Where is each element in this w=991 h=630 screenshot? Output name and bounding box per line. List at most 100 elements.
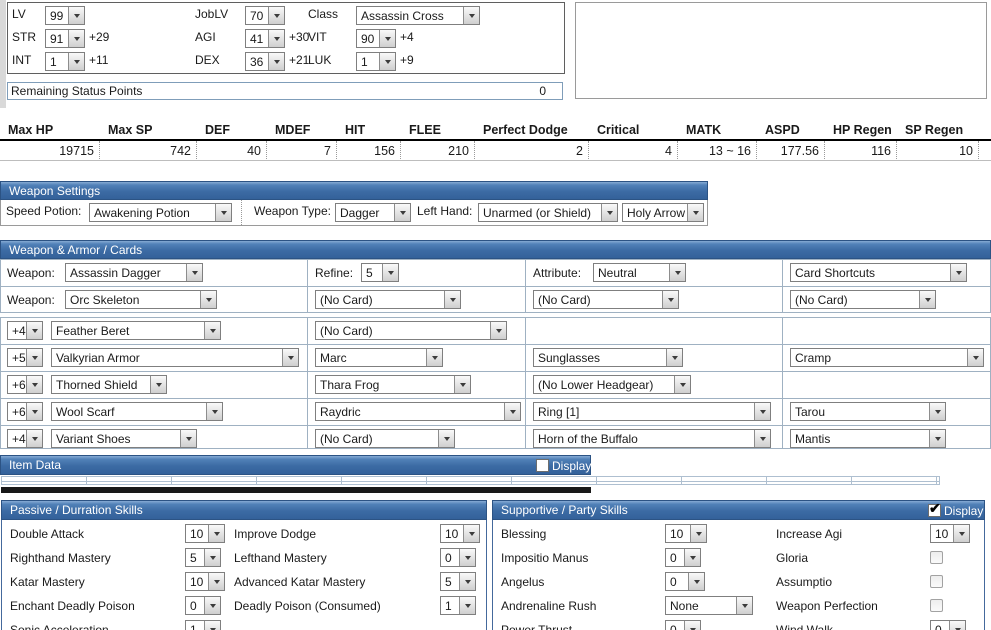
dropdown-arrow-icon: [26, 322, 42, 339]
gear-card-select[interactable]: Raydric: [315, 402, 521, 421]
gear-refine-select[interactable]: +5: [7, 348, 43, 367]
weapon-type-label: Weapon Type:: [254, 204, 331, 218]
skill-checkbox[interactable]: [930, 599, 943, 612]
gear-card-select[interactable]: (No Card): [315, 321, 507, 340]
weapon-select[interactable]: Assassin Dagger: [65, 263, 203, 282]
dropdown-arrow-icon: [688, 573, 704, 590]
agi-select[interactable]: 41: [245, 29, 285, 48]
skill-label: Assumptio: [776, 570, 832, 594]
weapon-settings-body: Speed Potion: Awakening Potion Weapon Ty…: [0, 200, 708, 226]
str-label: STR: [12, 30, 36, 44]
stat-value: 4: [589, 141, 678, 161]
gear-item-select[interactable]: Wool Scarf: [51, 402, 223, 421]
skill-level-select[interactable]: 0: [665, 548, 701, 567]
dropdown-arrow-icon: [929, 403, 945, 420]
stat-value: 116: [825, 141, 897, 161]
card-slot-select[interactable]: (No Card): [533, 290, 679, 309]
skill-level-select[interactable]: 0: [665, 620, 701, 630]
card-slot-select[interactable]: (No Card): [315, 290, 461, 309]
skill-checkbox[interactable]: [930, 551, 943, 564]
passive-skills-header: Passive / Durration Skills: [1, 500, 487, 520]
skill-level-select[interactable]: None: [665, 596, 753, 615]
gear-item-select[interactable]: Variant Shoes: [51, 429, 197, 448]
gear-card-select[interactable]: Marc: [315, 348, 443, 367]
gear-slot-select[interactable]: Ring [1]: [533, 402, 771, 421]
int-select[interactable]: 1: [45, 52, 85, 71]
skill-level-value: 0: [441, 549, 459, 566]
gear-item-select[interactable]: Thorned Shield: [51, 375, 167, 394]
left-hand-select[interactable]: Unarmed (or Shield): [478, 203, 618, 222]
skill-level-select[interactable]: 10: [185, 524, 225, 543]
skill-row-clipped: Power Thrust 0 Wind Walk 0: [493, 618, 984, 630]
gear-card-select[interactable]: Thara Frog: [315, 375, 471, 394]
skill-level-select[interactable]: 10: [665, 524, 707, 543]
speed-potion-select[interactable]: Awakening Potion: [89, 203, 232, 222]
skill-level-select[interactable]: 0: [930, 620, 966, 630]
stat-value: 742: [100, 141, 197, 161]
weapon-type-select[interactable]: Dagger: [335, 203, 411, 222]
skill-level-select[interactable]: 1: [440, 596, 476, 615]
lv-select[interactable]: 99: [45, 6, 85, 25]
weapon-card-select[interactable]: Orc Skeleton: [65, 290, 217, 309]
int-bonus: +11: [89, 53, 108, 67]
dropdown-arrow-icon: [950, 264, 966, 281]
weapon-settings-header: Weapon Settings: [0, 181, 708, 200]
skill-label: Double Attack: [10, 522, 84, 546]
skill-level-select[interactable]: 10: [185, 572, 225, 591]
joblv-select[interactable]: 70: [245, 6, 285, 25]
equipment-header: Weapon & Armor / Cards: [0, 240, 991, 259]
skill-level-select[interactable]: 0: [665, 572, 705, 591]
supportive-display-checkbox[interactable]: ✔: [928, 504, 941, 517]
skill-level-select[interactable]: 5: [440, 572, 476, 591]
gear-refine-select[interactable]: +6: [7, 375, 43, 394]
dropdown-arrow-icon: [666, 349, 682, 366]
skill-level-select[interactable]: 0: [440, 548, 476, 567]
item-data-display-checkbox[interactable]: [536, 459, 549, 472]
divider-dotted: [241, 200, 242, 225]
dropdown-arrow-icon: [953, 525, 969, 542]
gear-refine-select[interactable]: +4: [7, 321, 43, 340]
stat-value: 177.56: [757, 141, 825, 161]
gear-refine-select[interactable]: +6: [7, 402, 43, 421]
skill-level-select[interactable]: 5: [185, 548, 221, 567]
refine-select[interactable]: 5: [361, 263, 399, 282]
luk-select[interactable]: 1: [356, 52, 396, 71]
skill-level-select[interactable]: 10: [440, 524, 480, 543]
supportive-display-label: Display: [944, 502, 983, 520]
skill-level-select[interactable]: 0: [185, 596, 221, 615]
dropdown-arrow-icon: [204, 322, 220, 339]
gear-slot-select[interactable]: (No Lower Headgear): [533, 375, 691, 394]
card-slot-select[interactable]: (No Card): [790, 290, 936, 309]
dropdown-arrow-icon: [459, 573, 475, 590]
gear-refine-select[interactable]: +4: [7, 429, 43, 448]
remaining-status-points-value: 0: [539, 84, 546, 98]
weapon-label: Weapon:: [7, 287, 55, 313]
gear-row-upper-headgear: +4 Feather Beret (No Card): [1, 318, 990, 345]
gear-item-select[interactable]: Feather Beret: [51, 321, 221, 340]
class-select[interactable]: Assassin Cross: [356, 6, 480, 25]
attribute-select[interactable]: Neutral: [593, 263, 686, 282]
gear-slot-select[interactable]: Cramp: [790, 348, 984, 367]
str-select[interactable]: 91: [45, 29, 85, 48]
arrow-select[interactable]: Holy Arrow: [622, 203, 704, 222]
vit-select[interactable]: 90: [356, 29, 396, 48]
stat-col-header: Max SP: [100, 121, 197, 140]
dropdown-arrow-icon: [150, 376, 166, 393]
gear-slot-select[interactable]: Horn of the Buffalo: [533, 429, 771, 448]
gear-item-select[interactable]: Valkyrian Armor: [51, 348, 299, 367]
derived-stats-header-row: Max HP Max SP DEF MDEF HIT FLEE Perfect …: [0, 121, 979, 140]
gear-slot-select[interactable]: Tarou: [790, 402, 946, 421]
dropdown-arrow-icon: [662, 291, 678, 308]
gear-slot-select[interactable]: Mantis: [790, 429, 946, 448]
skill-level-select[interactable]: 1: [185, 620, 221, 630]
vit-bonus: +4: [400, 30, 414, 44]
dex-select[interactable]: 36: [245, 52, 285, 71]
gear-slot-select[interactable]: Sunglasses: [533, 348, 683, 367]
dropdown-arrow-icon: [26, 430, 42, 447]
gear-card-value: Marc: [316, 349, 426, 366]
skill-level-select[interactable]: 10: [930, 524, 970, 543]
gear-card-select[interactable]: (No Card): [315, 429, 455, 448]
dropdown-arrow-icon: [459, 549, 475, 566]
skill-checkbox[interactable]: [930, 575, 943, 588]
card-shortcuts-select[interactable]: Card Shortcuts: [790, 263, 967, 282]
